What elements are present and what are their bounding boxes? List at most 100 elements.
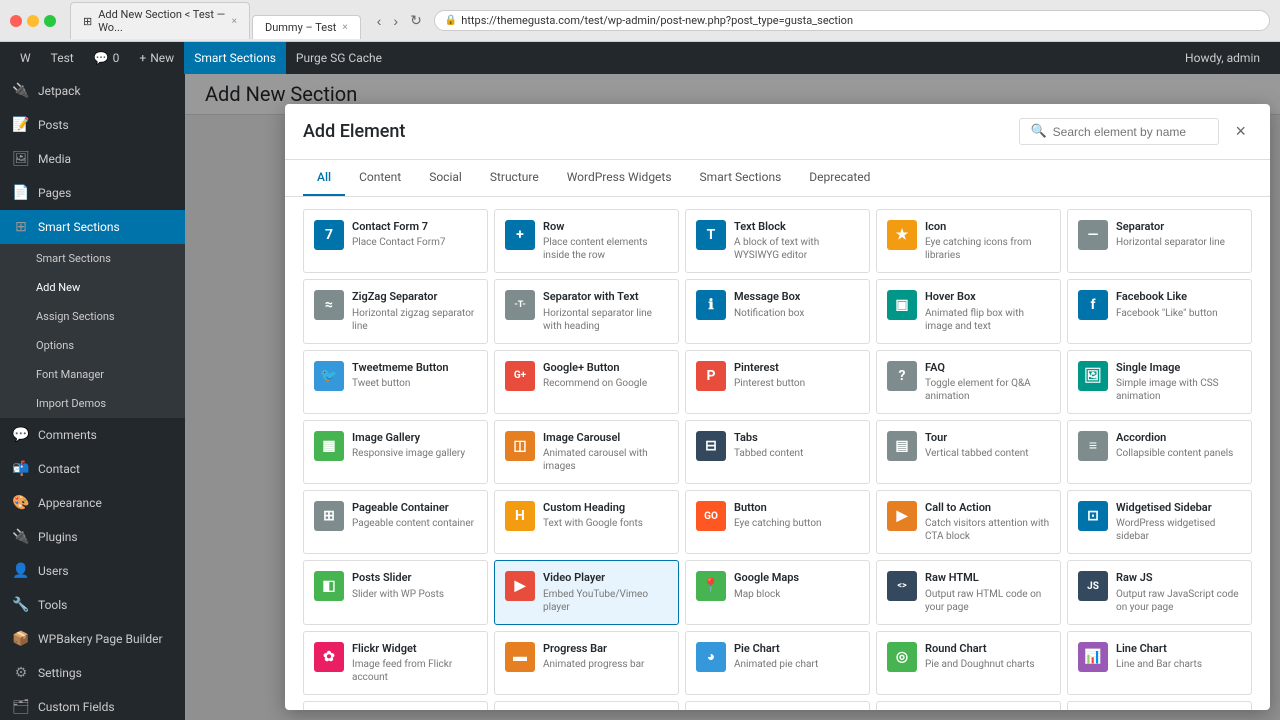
sidebar-item-jetpack[interactable]: 🔌 Jetpack (0, 74, 185, 108)
submenu-options[interactable]: Options (0, 331, 185, 360)
sidebar-item-media[interactable]: 🖼 Media (0, 142, 185, 176)
admin-bar-site[interactable]: Test (41, 42, 84, 74)
element-widgetised-sidebar[interactable]: ⊡ Widgetised Sidebar WordPress widgetise… (1067, 490, 1252, 554)
tab-all[interactable]: All (303, 160, 345, 196)
submenu-assign-sections[interactable]: Assign Sections (0, 302, 185, 331)
tabs-name: Tabs (734, 431, 859, 445)
element-icon-el[interactable]: ★ Icon Eye catching icons from libraries (876, 209, 1061, 273)
element-round-chart[interactable]: ◎ Round Chart Pie and Doughnut charts (876, 631, 1061, 695)
tabs-info: Tabs Tabbed content (734, 431, 859, 460)
new-icon: + (139, 51, 146, 65)
browser-url-bar[interactable]: 🔒 https://themegusta.com/test/wp-admin/p… (434, 10, 1270, 31)
search-icon: 🔍 (1030, 124, 1046, 139)
element-tour[interactable]: ▤ Tour Vertical tabbed content (876, 420, 1061, 484)
element-accordion[interactable]: ≡ Accordion Collapsible content panels (1067, 420, 1252, 484)
element-pie-chart[interactable]: ◕ Pie Chart Animated pie chart (685, 631, 870, 695)
admin-bar-comments[interactable]: 💬 0 (84, 42, 130, 74)
element-row[interactable]: + Row Place content elements inside the … (494, 209, 679, 273)
admin-bar-right: Howdy, admin (1175, 42, 1270, 74)
element-post-masonry[interactable]: ⊞ Post Masonry Grid Posts, pages or cust… (876, 701, 1061, 710)
element-call-to-action[interactable]: ▶ Call to Action Catch visitors attentio… (876, 490, 1061, 554)
forward-button[interactable]: › (389, 11, 402, 31)
element-contact-form-7[interactable]: 7 Contact Form 7 Place Contact Form7 (303, 209, 488, 273)
submenu-add-new[interactable]: Add New (0, 273, 185, 302)
element-line-chart[interactable]: 📊 Line Chart Line and Bar charts (1067, 631, 1252, 695)
sidebar-item-tools[interactable]: 🔧 Tools (0, 588, 185, 622)
sidebar-item-plugins[interactable]: 🔌 Plugins (0, 520, 185, 554)
element-image-gallery[interactable]: ▦ Image Gallery Responsive image gallery (303, 420, 488, 484)
element-empty-space[interactable]: □ Empty Space Blank space with custom he… (303, 701, 488, 710)
element-zigzag[interactable]: ≈ ZigZag Separator Horizontal zigzag sep… (303, 279, 488, 343)
element-media-grid[interactable]: ⊞ Media Grid Media grid from Media Libra… (685, 701, 870, 710)
submenu-smart-sections[interactable]: Smart Sections (0, 244, 185, 273)
call-to-action-name: Call to Action (925, 501, 1050, 515)
admin-bar-smart-sections[interactable]: Smart Sections (184, 42, 286, 74)
element-tweetmeme[interactable]: 🐦 Tweetmeme Button Tweet button (303, 350, 488, 414)
tab-structure[interactable]: Structure (476, 160, 553, 196)
element-progress-bar[interactable]: ▬ Progress Bar Animated progress bar (494, 631, 679, 695)
element-raw-js[interactable]: JS Raw JS Output raw JavaScript code on … (1067, 560, 1252, 624)
admin-bar-new[interactable]: + New (129, 42, 184, 74)
element-raw-html[interactable]: <> Raw HTML Output raw HTML code on your… (876, 560, 1061, 624)
element-text-block[interactable]: T Text Block A block of text with WYSIWY… (685, 209, 870, 273)
sidebar-item-users[interactable]: 👤 Users (0, 554, 185, 588)
jetpack-label: Jetpack (38, 84, 81, 98)
tab-deprecated[interactable]: Deprecated (795, 160, 884, 196)
admin-bar-purge[interactable]: Purge SG Cache (286, 42, 392, 74)
element-google-plus[interactable]: G+ Google+ Button Recommend on Google (494, 350, 679, 414)
minimize-dot (27, 15, 39, 27)
sidebar-item-smart-sections[interactable]: ⊞ Smart Sections (0, 210, 185, 244)
wp-logo-item[interactable]: W (10, 42, 41, 74)
element-google-maps[interactable]: 📍 Google Maps Map block (685, 560, 870, 624)
element-custom-heading[interactable]: H Custom Heading Text with Google fonts (494, 490, 679, 554)
sidebar-item-custom-fields[interactable]: 🗂 Custom Fields (0, 690, 185, 720)
image-gallery-desc: Responsive image gallery (352, 447, 477, 460)
modal-overlay[interactable]: Add Element 🔍 × All Content Social Struc… (185, 74, 1280, 720)
element-single-image[interactable]: 🖼 Single Image Simple image with CSS ani… (1067, 350, 1252, 414)
submenu-import-demos[interactable]: Import Demos (0, 389, 185, 418)
sidebar-item-posts[interactable]: 📝 Posts (0, 108, 185, 142)
google-plus-icon: G+ (505, 361, 535, 391)
element-pinterest[interactable]: P Pinterest Pinterest button (685, 350, 870, 414)
tab-smart-sections[interactable]: Smart Sections (686, 160, 796, 196)
sidebar-item-contact[interactable]: 📬 Contact (0, 452, 185, 486)
element-image-carousel[interactable]: ◫ Image Carousel Animated carousel with … (494, 420, 679, 484)
sidebar-item-wpbakery[interactable]: 📦 WPBakery Page Builder (0, 622, 185, 656)
tour-icon: ▤ (887, 431, 917, 461)
submenu-font-manager[interactable]: Font Manager (0, 360, 185, 389)
element-posts-slider[interactable]: ◧ Posts Slider Slider with WP Posts (303, 560, 488, 624)
element-separator-text[interactable]: -T- Separator with Text Horizontal separ… (494, 279, 679, 343)
users-icon: 👤 (12, 562, 30, 580)
tab-content[interactable]: Content (345, 160, 415, 196)
element-flickr[interactable]: ✿ Flickr Widget Image feed from Flickr a… (303, 631, 488, 695)
element-pageable[interactable]: ⊞ Pageable Container Pageable content co… (303, 490, 488, 554)
separator-text-info: Separator with Text Horizontal separator… (543, 290, 668, 332)
element-button[interactable]: GO Button Eye catching button (685, 490, 870, 554)
element-video-player[interactable]: ▶ Video Player Embed YouTube/Vimeo playe… (494, 560, 679, 624)
browser-tab-active[interactable]: ⊞ Add New Section < Test — Wo... × (70, 2, 250, 39)
modal-close-button[interactable]: × (1229, 119, 1252, 144)
tab2-close-icon[interactable]: × (342, 22, 347, 33)
element-faq[interactable]: ? FAQ Toggle element for Q&A animation (876, 350, 1061, 414)
tab-wordpress-widgets[interactable]: WordPress Widgets (553, 160, 686, 196)
tab-social[interactable]: Social (415, 160, 476, 196)
element-post-grid[interactable]: ⊞ Post Grid Posts, pages or custom posts… (494, 701, 679, 710)
tools-icon: 🔧 (12, 596, 30, 614)
search-input[interactable] (1053, 125, 1203, 139)
sidebar-item-comments[interactable]: 💬 Comments (0, 418, 185, 452)
refresh-button[interactable]: ↻ (406, 10, 426, 31)
sidebar-item-pages[interactable]: 📄 Pages (0, 176, 185, 210)
element-message-box[interactable]: ℹ Message Box Notification box (685, 279, 870, 343)
element-separator[interactable]: — Separator Horizontal separator line (1067, 209, 1252, 273)
sidebar-item-appearance[interactable]: 🎨 Appearance (0, 486, 185, 520)
sidebar-item-settings[interactable]: ⚙ Settings (0, 656, 185, 690)
modal-search-box[interactable]: 🔍 (1019, 118, 1219, 145)
browser-tab-2[interactable]: Dummy – Test × (252, 15, 361, 39)
tab-close-icon[interactable]: × (232, 16, 237, 27)
element-hover-box[interactable]: ▣ Hover Box Animated flip box with image… (876, 279, 1061, 343)
element-facebook-like[interactable]: f Facebook Like Facebook "Like" button (1067, 279, 1252, 343)
pie-chart-desc: Animated pie chart (734, 658, 859, 671)
back-button[interactable]: ‹ (373, 11, 386, 31)
element-tabs[interactable]: ⊟ Tabs Tabbed content (685, 420, 870, 484)
element-masonry-media[interactable]: ⊞ Masonry Media Grid Masonry media grid … (1067, 701, 1252, 710)
